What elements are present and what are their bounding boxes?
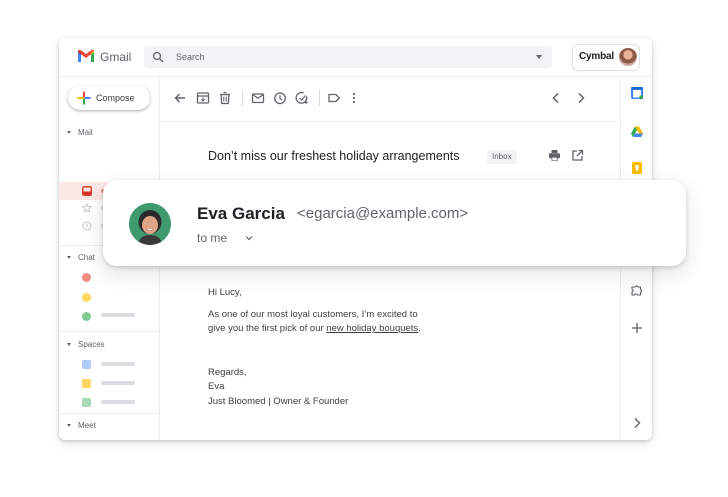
collapse-icon	[67, 343, 71, 346]
body-text: .	[418, 323, 421, 334]
space-item-label[interactable]	[101, 400, 135, 404]
inbox-label-chip[interactable]: Inbox	[487, 150, 517, 164]
delete-icon[interactable]	[218, 91, 232, 105]
prev-icon[interactable]	[549, 91, 563, 105]
space-icon-green[interactable]	[82, 398, 91, 407]
mark-unread-icon[interactable]	[251, 91, 265, 105]
back-arrow-icon[interactable]	[173, 91, 187, 105]
add-task-icon[interactable]	[295, 91, 309, 105]
sender-photo	[129, 203, 171, 245]
gmail-logo-icon[interactable]	[77, 49, 95, 63]
section-meet-label: Meet	[78, 421, 96, 430]
toolbar-separator	[319, 90, 320, 106]
chat-item-label[interactable]	[101, 313, 135, 317]
chat-avatar-green[interactable]	[82, 312, 91, 321]
signature-name: Eva	[208, 381, 225, 392]
calendar-icon[interactable]	[630, 86, 644, 100]
holiday-bouquets-link[interactable]: new holiday bouquets	[326, 323, 418, 334]
space-item-label[interactable]	[101, 381, 135, 385]
compose-plus-icon	[77, 91, 91, 105]
drive-icon[interactable]	[630, 125, 644, 139]
email-subject: Don’t miss our freshest holiday arrangem…	[208, 149, 460, 163]
space-icon-yellow[interactable]	[82, 379, 91, 388]
keep-icon[interactable]	[630, 161, 644, 175]
section-spaces-label: Spaces	[78, 340, 105, 349]
space-item-label[interactable]	[101, 362, 135, 366]
more-vert-icon[interactable]	[347, 91, 361, 105]
account-avatar[interactable]	[619, 48, 637, 66]
inbox-icon[interactable]	[82, 186, 92, 196]
compose-label: Compose	[96, 93, 135, 103]
space-icon-blue[interactable]	[82, 360, 91, 369]
search-icon[interactable]	[152, 51, 164, 63]
top-bar: Gmail Search Cymbal	[59, 38, 652, 77]
account-chip[interactable]: Cymbal	[572, 44, 640, 71]
snooze-icon[interactable]	[273, 91, 287, 105]
chat-avatar-red[interactable]	[82, 273, 91, 282]
next-icon[interactable]	[574, 91, 588, 105]
org-name: Cymbal	[579, 51, 614, 62]
email-body-line: As one of our most loyal customers, I’m …	[208, 309, 418, 320]
sender-email: <egarcia@example.com>	[297, 205, 469, 222]
archive-icon[interactable]	[196, 91, 210, 105]
section-mail[interactable]: Mail	[67, 128, 93, 137]
message-toolbar	[160, 77, 620, 122]
collapse-icon	[67, 424, 71, 427]
app-brand: Gmail	[100, 50, 132, 64]
section-spaces[interactable]: Spaces	[67, 340, 105, 349]
email-signoff: Regards,	[208, 367, 247, 378]
search-options-icon[interactable]	[536, 55, 542, 59]
sender-card: Eva Garcia <egarcia@example.com> to me	[103, 180, 686, 266]
email-body-line: give you the first pick of our new holid…	[208, 323, 421, 334]
recipient-label: to me	[197, 231, 228, 245]
collapse-icon	[67, 131, 71, 134]
section-mail-label: Mail	[78, 128, 93, 137]
search-bar[interactable]: Search	[144, 46, 552, 68]
snoozed-icon[interactable]	[82, 221, 92, 231]
collapse-icon	[67, 256, 71, 259]
starred-icon[interactable]	[82, 203, 92, 213]
open-in-new-icon[interactable]	[571, 149, 584, 162]
chat-avatar-yellow[interactable]	[82, 293, 91, 302]
email-greeting: Hi Lucy,	[208, 287, 242, 298]
search-input[interactable]: Search	[176, 52, 205, 62]
addons-icon[interactable]	[630, 283, 644, 297]
section-chat-label: Chat	[78, 253, 95, 262]
expand-panel-icon[interactable]	[630, 416, 644, 430]
toolbar-separator	[242, 90, 243, 106]
compose-button[interactable]: Compose	[68, 86, 150, 110]
section-meet[interactable]: Meet	[67, 421, 96, 430]
section-chat[interactable]: Chat	[67, 253, 95, 262]
add-icon[interactable]	[630, 321, 644, 335]
chevron-down-icon[interactable]	[244, 233, 254, 243]
sender-avatar[interactable]	[129, 203, 171, 245]
sender-name: Eva Garcia	[197, 204, 285, 223]
body-text: give you the first pick of our	[208, 323, 327, 334]
section-divider	[59, 331, 159, 332]
label-icon[interactable]	[327, 91, 341, 105]
signature-title: Just Bloomed | Owner & Founder	[208, 396, 349, 407]
section-divider	[59, 413, 159, 414]
print-icon[interactable]	[548, 149, 561, 162]
